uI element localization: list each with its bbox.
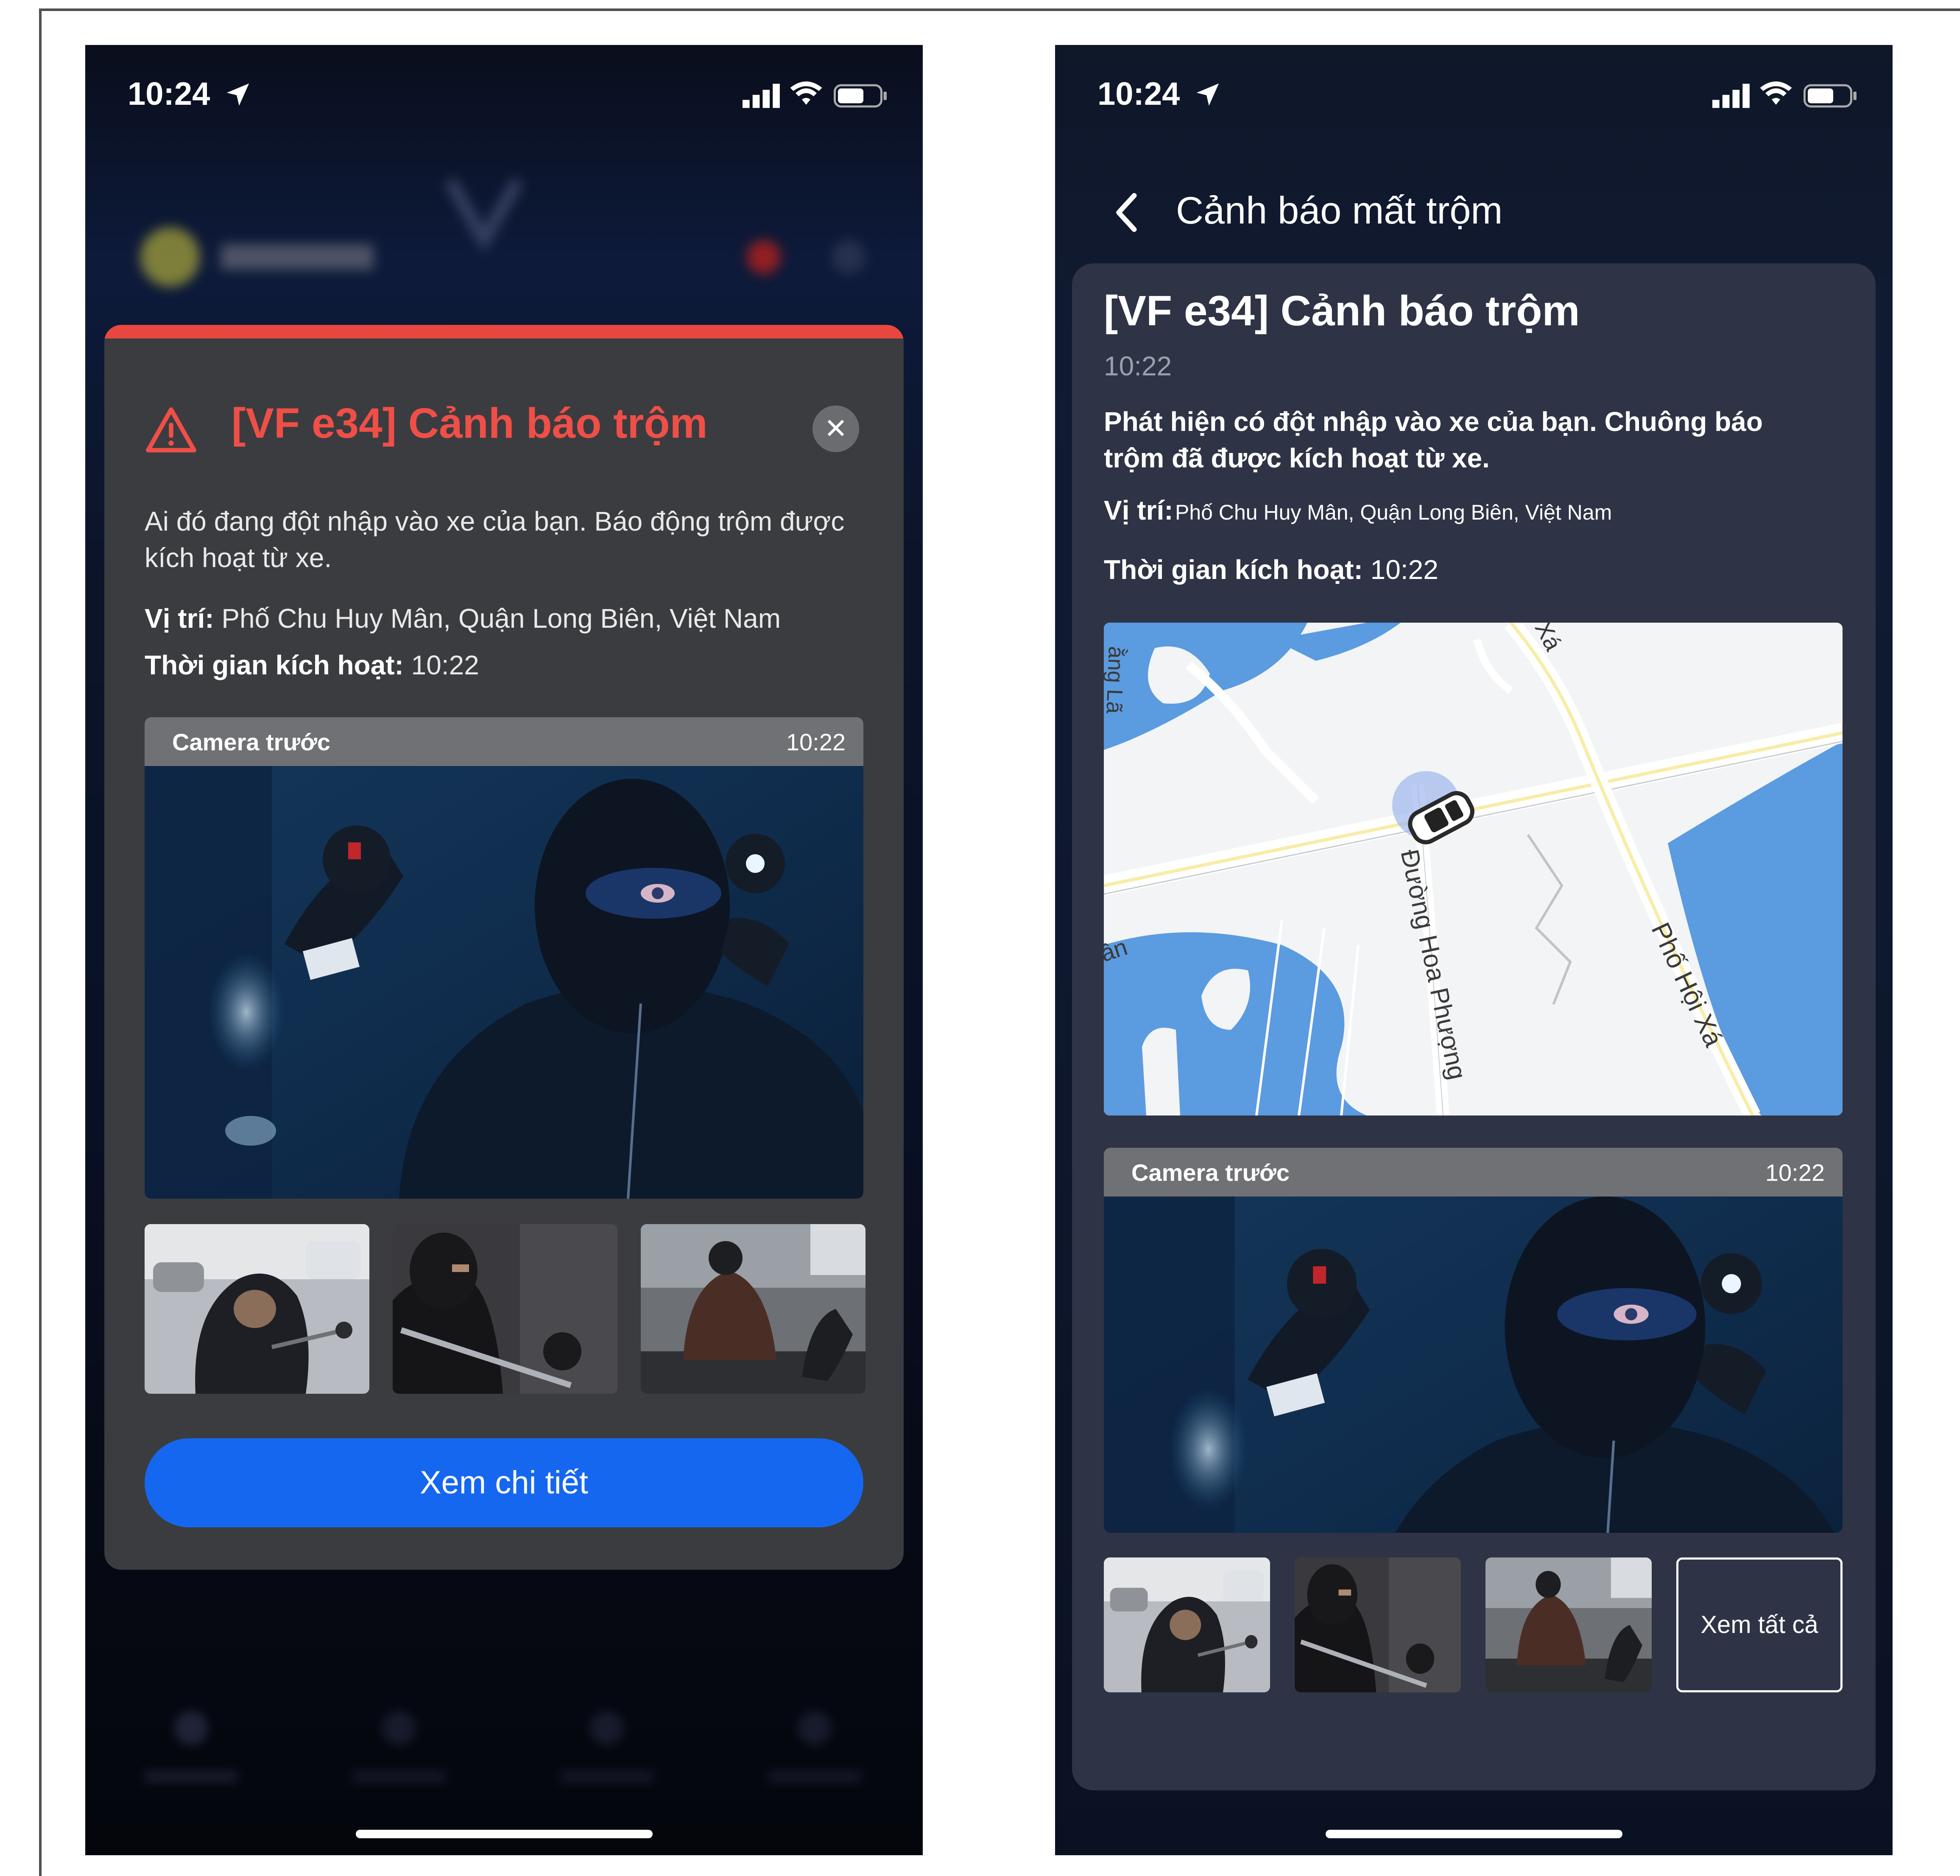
back-chevron-icon[interactable]	[1112, 191, 1142, 234]
location-label: Vị trí:	[145, 603, 214, 634]
camera-label: Camera trước	[172, 729, 330, 755]
camera-header: Camera trước 10:22	[145, 717, 863, 766]
location-line: Vị trí: Phố Chu Huy Mân, Quận Long Biên,…	[145, 603, 781, 634]
camera-header: Camera trước 10:22	[1104, 1148, 1843, 1197]
activation-time-value: 10:22	[411, 650, 479, 680]
status-time: 10:24	[128, 76, 210, 112]
detail-description: Phát hiện có đột nhập vào xe của bạn. Ch…	[1104, 406, 1763, 473]
detail-time: 10:22	[1104, 351, 1172, 381]
map-street-label-5: ằng Lã	[1104, 646, 1128, 714]
activation-time-line: Thời gian kích hoạt: 10:22	[145, 649, 479, 681]
camera-snapshot-image	[1104, 1197, 1843, 1533]
battery-icon	[1804, 84, 1857, 108]
location-value: Phố Chu Huy Mân, Quận Long Biên, Việt Na…	[221, 603, 781, 634]
activation-time-label: Thời gian kích hoạt:	[1104, 554, 1363, 585]
status-time: 10:24	[1097, 76, 1180, 112]
camera-snapshot-image	[145, 766, 863, 1199]
snapshot-thumbnail-3[interactable]	[641, 1224, 866, 1394]
camera-label: Camera trước	[1131, 1159, 1290, 1186]
close-button[interactable]: ✕	[812, 405, 859, 452]
location-arrow-icon	[1196, 83, 1219, 106]
location-label: Vị trí:	[1104, 495, 1173, 526]
signal-icon	[1712, 84, 1750, 108]
snapshot-thumbnail-1[interactable]	[145, 1224, 369, 1394]
location-arrow-icon	[226, 83, 249, 106]
detail-title: [VF e34] Cảnh báo trộm	[1104, 287, 1580, 335]
location-map[interactable]: Đường Hoa Phượng Phố Hội Xá Xá ân ằng Lã	[1104, 623, 1843, 1116]
location-value: Phố Chu Huy Mân, Quận Long Biên, Việt Na…	[1175, 500, 1612, 524]
alert-description: Ai đó đang đột nhập vào xe của bạn. Báo …	[145, 506, 845, 573]
activation-time-label: Thời gian kích hoạt:	[145, 650, 404, 680]
warning-icon	[146, 407, 196, 453]
activation-time-value: 10:22	[1370, 554, 1438, 585]
see-all-button[interactable]: Xem tất cả	[1676, 1557, 1843, 1692]
close-icon: ✕	[824, 412, 848, 445]
home-indicator	[355, 1830, 653, 1838]
snapshot-thumbnail-1[interactable]	[1104, 1557, 1270, 1692]
phone-alert-detail: 10:24 Cảnh báo mất trộm [VF e34] Cảnh bá…	[1055, 45, 1893, 1855]
view-details-button[interactable]: Xem chi tiết	[145, 1438, 863, 1527]
detail-activation-line: Thời gian kích hoạt: 10:22	[1104, 554, 1438, 585]
snapshot-thumbnail-2[interactable]	[393, 1224, 617, 1394]
blurred-tab-bar	[145, 1711, 861, 1783]
battery-icon	[834, 84, 887, 108]
signal-icon	[743, 84, 780, 108]
front-camera-view[interactable]: Camera trước 10:22	[145, 717, 863, 1199]
status-bar: 10:24	[1055, 45, 1893, 147]
nav-title: Cảnh báo mất trộm	[1176, 190, 1503, 232]
phone-alert-popup: 10:24 [VF e34] Cảnh báo trộm ✕ Ai đó đan…	[85, 45, 923, 1855]
snapshot-thumbnail-3[interactable]	[1485, 1557, 1652, 1692]
home-indicator	[1325, 1830, 1622, 1838]
alert-accent-bar	[104, 325, 904, 338]
camera-time: 10:22	[786, 729, 846, 755]
wifi-icon	[1760, 81, 1792, 105]
wifi-icon	[790, 81, 822, 105]
detail-location-line: Vị trí: Phố Chu Huy Mân, Quận Long Biên,…	[1104, 495, 1612, 526]
camera-time: 10:22	[1765, 1159, 1825, 1186]
alert-card: [VF e34] Cảnh báo trộm ✕ Ai đó đang đột …	[104, 325, 904, 1570]
map-canvas: Đường Hoa Phượng Phố Hội Xá Xá ân ằng Lã	[1104, 623, 1843, 1116]
front-camera-view[interactable]: Camera trước 10:22	[1104, 1148, 1843, 1533]
alert-title: [VF e34] Cảnh báo trộm	[232, 400, 708, 447]
snapshot-thumbnail-2[interactable]	[1295, 1557, 1461, 1692]
